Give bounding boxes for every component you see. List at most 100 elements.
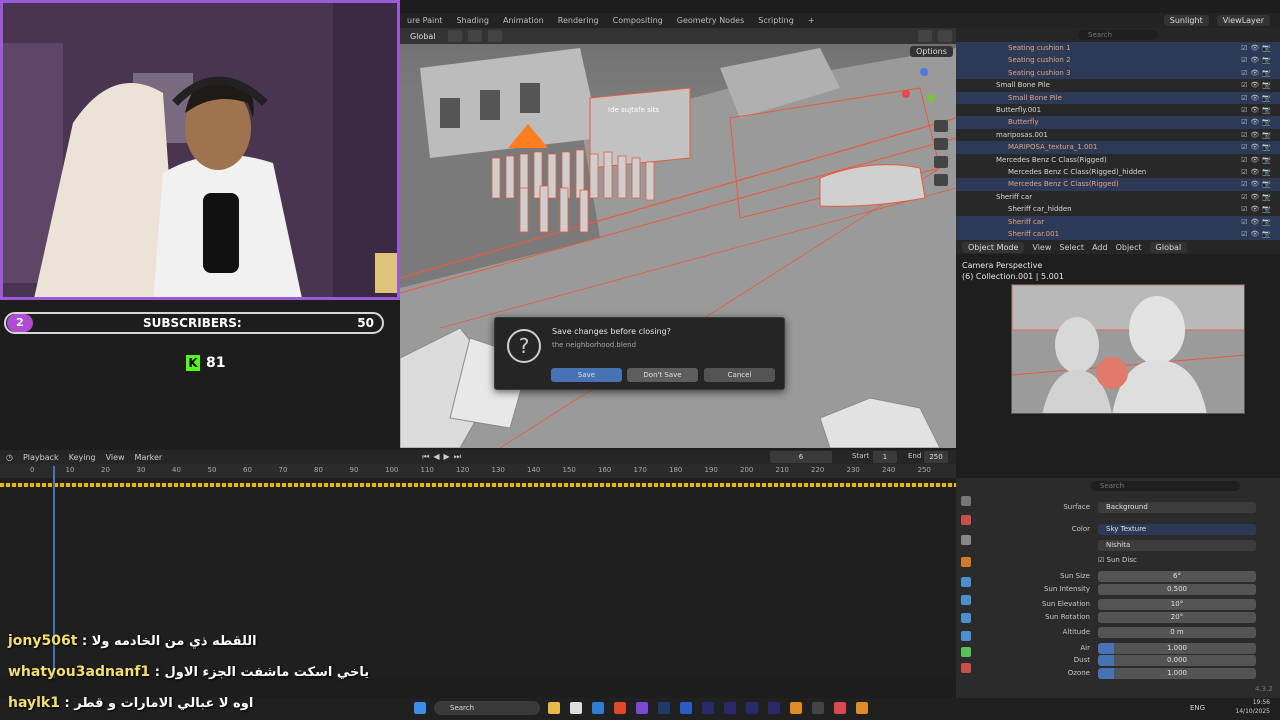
property-value-field[interactable]: 10° xyxy=(1098,599,1256,610)
scene-selector[interactable]: Sunlight xyxy=(1163,15,1209,26)
physics-tab-icon[interactable] xyxy=(961,613,971,623)
visibility-toggles-icon[interactable]: ☑👁📷 xyxy=(1241,191,1274,204)
snap-icon[interactable] xyxy=(467,30,482,42)
outliner-row[interactable]: Sheriff car_hidden ☑👁📷 xyxy=(956,203,1280,216)
tab-shading[interactable]: Shading xyxy=(449,16,496,25)
start-frame-field[interactable]: 1 xyxy=(873,451,897,463)
menu-view[interactable]: View xyxy=(1032,243,1051,252)
viewport-options-button[interactable]: Options xyxy=(910,46,953,57)
blender-active-icon[interactable] xyxy=(856,702,868,714)
obs-icon[interactable] xyxy=(812,702,824,714)
menu-object[interactable]: Object xyxy=(1116,243,1142,252)
clock-date[interactable]: 14/10/2025 xyxy=(1232,708,1270,715)
shading-material-icon[interactable] xyxy=(938,30,952,42)
property-value-field[interactable]: 0.000 xyxy=(1098,655,1256,666)
visibility-toggles-icon[interactable]: ☑👁📷 xyxy=(1241,42,1274,55)
visibility-toggles-icon[interactable]: ☑👁📷 xyxy=(1241,178,1274,191)
menu-keying[interactable]: Keying xyxy=(69,453,96,462)
render-tab-icon[interactable] xyxy=(961,535,971,545)
app-icon[interactable] xyxy=(680,702,692,714)
blender-icon[interactable] xyxy=(790,702,802,714)
visibility-toggles-icon[interactable]: ☑👁📷 xyxy=(1241,166,1274,179)
property-value-field[interactable]: 6° xyxy=(1098,571,1256,582)
visibility-toggles-icon[interactable]: ☑👁📷 xyxy=(1241,228,1274,241)
property-value-field[interactable]: 1.000 xyxy=(1098,643,1256,654)
start-menu-icon[interactable] xyxy=(414,702,426,714)
hand-pan-icon[interactable] xyxy=(934,138,948,150)
chrome-icon[interactable] xyxy=(834,702,846,714)
taskbar-search[interactable]: Search xyxy=(434,701,540,715)
visual-studio-icon[interactable] xyxy=(636,702,648,714)
current-frame-field[interactable]: 6 xyxy=(770,451,832,463)
notepad-icon[interactable] xyxy=(570,702,582,714)
outliner-row[interactable]: Mercedes Benz C Class(Rigged) ☑👁📷 xyxy=(956,154,1280,167)
audition-icon[interactable] xyxy=(702,702,714,714)
outliner-row[interactable]: Sheriff car ☑👁📷 xyxy=(956,215,1280,229)
checkbox-icon[interactable]: ☑ xyxy=(1098,556,1104,564)
visibility-toggles-icon[interactable]: ☑👁📷 xyxy=(1241,141,1274,154)
visibility-toggles-icon[interactable]: ☑👁📷 xyxy=(1241,203,1274,216)
shading-solid-icon[interactable] xyxy=(918,30,932,42)
transform-orientation[interactable]: Global xyxy=(1149,241,1188,253)
object-mode-selector[interactable]: Object Mode xyxy=(962,241,1025,253)
keyframe-row[interactable] xyxy=(0,483,956,487)
outliner-row[interactable]: MARIPOSA_textura_1.001 ☑👁📷 xyxy=(956,141,1280,154)
visibility-toggles-icon[interactable]: ☑👁📷 xyxy=(1241,67,1274,80)
outliner-row[interactable]: Mercedes Benz C Class(Rigged)_hidden ☑👁📷 xyxy=(956,166,1280,179)
property-value-field[interactable]: 0.500 xyxy=(1098,584,1256,595)
property-value-field[interactable]: 1.000 xyxy=(1098,668,1256,679)
tab-animation[interactable]: Animation xyxy=(496,16,551,25)
data-tab-icon[interactable] xyxy=(961,647,971,657)
visibility-toggles-icon[interactable]: ☑👁📷 xyxy=(1241,79,1274,92)
modifier-tab-icon[interactable] xyxy=(961,577,971,587)
visibility-toggles-icon[interactable]: ☑👁📷 xyxy=(1241,54,1274,67)
outliner-row[interactable]: Seating cushion 2 ☑👁📷 xyxy=(956,54,1280,67)
menu-playback[interactable]: Playback xyxy=(23,453,59,462)
cancel-button[interactable]: Cancel xyxy=(704,368,775,382)
photoshop-icon[interactable] xyxy=(658,702,670,714)
outliner-row[interactable]: Butterfly ☑👁📷 xyxy=(956,116,1280,129)
clock-time[interactable]: 19:56 xyxy=(1244,699,1270,706)
media-encoder-icon[interactable] xyxy=(768,702,780,714)
playback-controls-icon[interactable]: ⏮◀▶⏭ xyxy=(422,452,465,462)
tab-rendering[interactable]: Rendering xyxy=(551,16,606,25)
world-tab-icon[interactable] xyxy=(961,515,971,525)
property-value-field[interactable]: 0 m xyxy=(1098,627,1256,638)
outliner-row[interactable]: Small Bone Pile ☑👁📷 xyxy=(956,79,1280,92)
language-indicator[interactable]: ENG xyxy=(1190,704,1205,712)
outliner-row[interactable]: Butterfly.001 ☑👁📷 xyxy=(956,104,1280,117)
transform-orientation[interactable]: Global xyxy=(404,30,442,42)
file-explorer-icon[interactable] xyxy=(548,702,560,714)
visibility-toggles-icon[interactable]: ☑👁📷 xyxy=(1241,104,1274,117)
visibility-toggles-icon[interactable]: ☑👁📷 xyxy=(1241,216,1274,229)
outliner-row[interactable]: Seating cushion 1 ☑👁📷 xyxy=(956,42,1280,55)
proportional-edit-icon[interactable] xyxy=(487,30,502,42)
outliner-row[interactable]: Mercedes Benz C Class(Rigged) ☑👁📷 xyxy=(956,178,1280,191)
brave-icon[interactable] xyxy=(614,702,626,714)
menu-add[interactable]: Add xyxy=(1092,243,1108,252)
menu-view[interactable]: View xyxy=(106,453,125,462)
visibility-toggles-icon[interactable]: ☑👁📷 xyxy=(1241,92,1274,105)
tab-scripting[interactable]: Scripting xyxy=(751,16,801,25)
end-frame-field[interactable]: 250 xyxy=(924,451,948,463)
sky-type-select[interactable]: Nishita xyxy=(1098,540,1256,551)
object-tab-icon[interactable] xyxy=(961,557,971,567)
zoom-icon[interactable] xyxy=(934,120,948,132)
surface-field[interactable]: Background xyxy=(1098,502,1256,513)
add-workspace-button[interactable]: + xyxy=(801,16,822,25)
premiere-icon[interactable] xyxy=(724,702,736,714)
outliner-row[interactable]: Sheriff car.001 ☑👁📷 xyxy=(956,228,1280,241)
grid-icon[interactable] xyxy=(934,174,948,186)
outliner-search-input[interactable] xyxy=(1078,30,1158,40)
outliner-row[interactable]: Small Bone Pile ☑👁📷 xyxy=(956,91,1280,105)
vscode-icon[interactable] xyxy=(592,702,604,714)
material-tab-icon[interactable] xyxy=(961,663,971,673)
visibility-toggles-icon[interactable]: ☑👁📷 xyxy=(1241,129,1274,142)
visibility-toggles-icon[interactable]: ☑👁📷 xyxy=(1241,116,1274,129)
dont-save-button[interactable]: Don't Save xyxy=(627,368,698,382)
menu-marker[interactable]: Marker xyxy=(135,453,163,462)
menu-select[interactable]: Select xyxy=(1059,243,1084,252)
property-value-field[interactable]: 20° xyxy=(1098,612,1256,623)
visibility-toggles-icon[interactable]: ☑👁📷 xyxy=(1241,154,1274,167)
tab-compositing[interactable]: Compositing xyxy=(606,16,670,25)
